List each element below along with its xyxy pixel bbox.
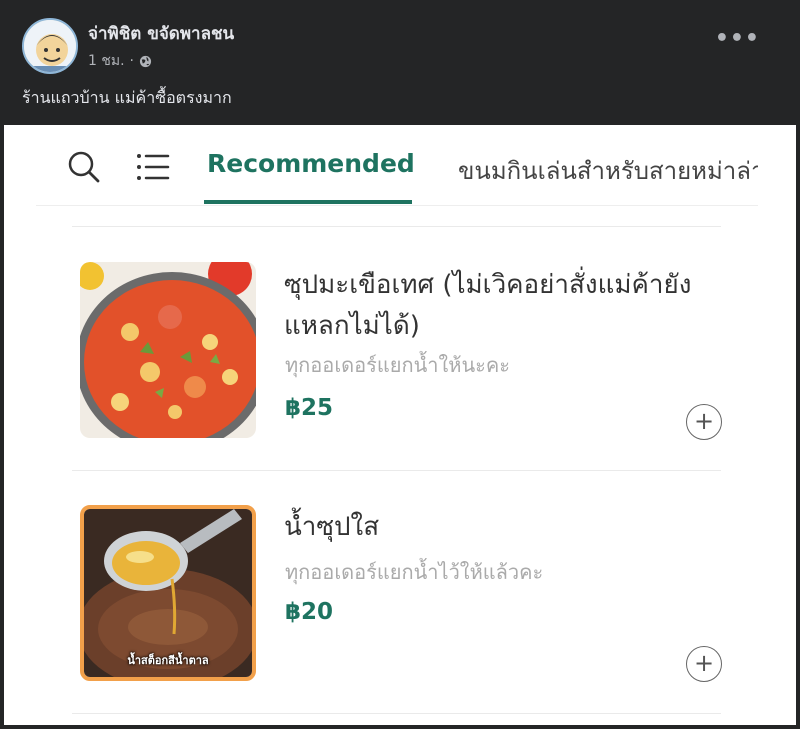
- tab-recommended[interactable]: Recommended: [207, 149, 415, 178]
- row-divider: [72, 713, 721, 714]
- post-author-name[interactable]: จ่าพิชิต ขจัดพาลชน: [88, 20, 234, 47]
- image-caption: น้ำสต็อกสีน้ำตาล: [127, 654, 209, 667]
- menu-item-description: ทุกออเดอร์แยกน้ำไว้ให้แล้วคะ: [285, 560, 544, 584]
- row-divider: [72, 226, 721, 227]
- menu-item-price: ฿20: [285, 599, 334, 625]
- post-header: จ่าพิชิต ขจัดพาลชน 1 ชม. · ••• ร้านแถวบ้…: [0, 0, 800, 125]
- author-avatar[interactable]: [22, 18, 78, 74]
- tomato-soup-photo: [80, 262, 256, 438]
- more-options-button[interactable]: •••: [715, 28, 760, 50]
- menu-item-price: ฿25: [285, 395, 334, 421]
- tab-snacks[interactable]: ขนมกินเล่นสำหรับสายหม่าล่า: [458, 151, 758, 190]
- menu-item-title: น้ำซุปใส: [284, 512, 380, 542]
- post-meta: 1 ชม. ·: [88, 50, 152, 72]
- menu-item-title: ซุปมะเขือเทศ (ไม่เวิคอย่าสั่งแม่ค้ายังแห…: [284, 270, 692, 341]
- post-caption: ร้านแถวบ้าน แม่ค้าซื้อตรงมาก: [22, 88, 232, 107]
- avatar-icon: [24, 20, 76, 72]
- add-item-button[interactable]: +: [686, 404, 722, 440]
- menu-item-description: ทุกออเดอร์แยกน้ำให้นะคะ: [285, 353, 510, 377]
- active-tab-indicator: [204, 200, 412, 204]
- category-nav: Recommended ขนมกินเล่นสำหรับสายหม่าล่า: [4, 125, 796, 207]
- menu-item-image[interactable]: น้ำสต็อกสีน้ำตาล: [80, 505, 256, 681]
- search-icon[interactable]: [66, 149, 102, 185]
- list-menu-icon[interactable]: [134, 151, 170, 183]
- nav-divider: [36, 205, 758, 206]
- globe-icon: [139, 55, 152, 67]
- add-item-button[interactable]: +: [686, 646, 722, 682]
- row-divider: [72, 470, 721, 471]
- post-time[interactable]: 1 ชม.: [88, 50, 125, 72]
- facebook-post: จ่าพิชิต ขจัดพาลชน 1 ชม. · ••• ร้านแถวบ้…: [0, 0, 800, 729]
- meta-separator: ·: [129, 53, 134, 69]
- menu-item-image[interactable]: [80, 262, 256, 438]
- menu-screenshot: Recommended ขนมกินเล่นสำหรับสายหม่าล่า ซ…: [4, 125, 796, 725]
